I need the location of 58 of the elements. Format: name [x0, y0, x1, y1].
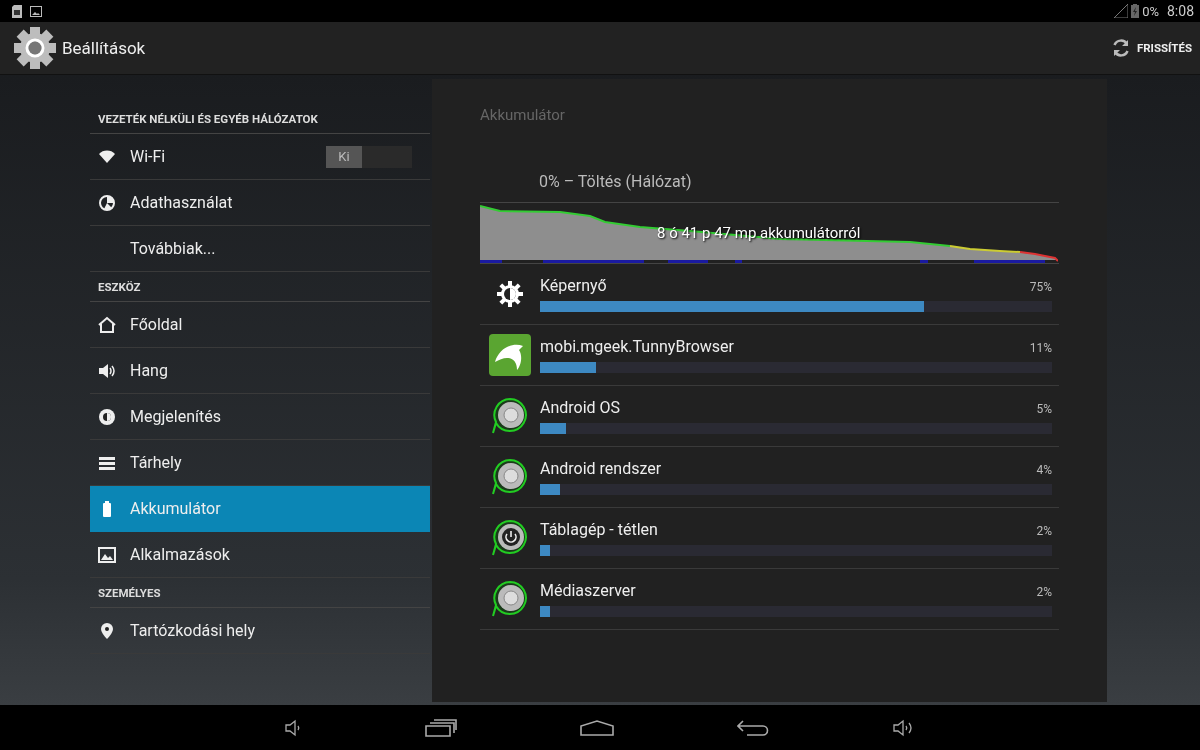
battery-icon: [1131, 4, 1140, 18]
home-icon: [98, 315, 116, 334]
usage-percent: 75%: [1029, 280, 1052, 294]
clock: 8:08: [1167, 3, 1194, 19]
battery-percent: 0%: [1142, 3, 1159, 19]
section-header: VEZETÉK NÉLKÜLI ÉS EGYÉB HÁLÓZATOK: [90, 104, 430, 134]
toggle-switch[interactable]: Ki: [326, 145, 412, 168]
pie-chart-icon: [98, 193, 116, 212]
app-icon: [490, 579, 530, 619]
usage-percent: 11%: [1029, 341, 1052, 355]
usage-percent: 5%: [1036, 402, 1052, 416]
settings-item[interactable]: Wi-Fi Ki: [90, 134, 430, 180]
settings-item[interactable]: Továbbiak...: [90, 226, 430, 272]
signal-icon: [1114, 4, 1129, 18]
usage-row[interactable]: Android rendszer 4%: [480, 447, 1059, 508]
app-name: Képernyő: [540, 276, 607, 295]
charge-status: 0% – Töltés (Hálózat): [539, 172, 693, 192]
app-name: Android rendszer: [540, 459, 662, 478]
settings-item[interactable]: Megjelenítés: [90, 394, 430, 440]
app-name: Táblagép - tétlen: [540, 520, 658, 539]
refresh-icon: [1110, 38, 1131, 58]
settings-item[interactable]: Tartózkodási hely: [90, 608, 430, 654]
usage-row[interactable]: Képernyő 75%: [480, 264, 1059, 325]
app-name: Médiaszerver: [540, 581, 636, 600]
volume-up-icon[interactable]: [892, 718, 914, 737]
location-pin-icon: [98, 621, 116, 640]
brightness-icon: [98, 407, 116, 426]
app-icon: [490, 396, 530, 436]
app-name: mobi.mgeek.TunnyBrowser: [540, 337, 734, 356]
app-title: Beállítások: [62, 38, 146, 58]
picture-icon: [98, 545, 116, 564]
app-icon: [490, 457, 530, 497]
back-icon[interactable]: [737, 719, 769, 736]
settings-item[interactable]: Akkumulátor: [90, 486, 430, 532]
sd-card-icon: [12, 4, 22, 18]
usage-percent: 4%: [1036, 463, 1052, 477]
recent-apps-icon[interactable]: [425, 718, 457, 737]
speaker-icon: [98, 361, 116, 380]
usage-percent: 2%: [1036, 585, 1052, 599]
usage-row[interactable]: Táblagép - tétlen 2%: [480, 508, 1059, 569]
home-icon[interactable]: [580, 719, 614, 736]
refresh-button[interactable]: FRISSÍTÉS: [1108, 34, 1194, 62]
settings-item[interactable]: Alkalmazások: [90, 532, 430, 578]
settings-item[interactable]: Adathasználat: [90, 180, 430, 226]
power-icon: [490, 518, 530, 558]
usage-row[interactable]: Android OS 5%: [480, 386, 1059, 447]
usage-row[interactable]: mobi.mgeek.TunnyBrowser 11%: [480, 325, 1059, 386]
settings-item[interactable]: Hang: [90, 348, 430, 394]
volume-down-icon[interactable]: [284, 718, 302, 737]
usage-percent: 2%: [1036, 524, 1052, 538]
section-header: ESZKÖZ: [90, 272, 430, 302]
settings-item[interactable]: Főoldal: [90, 302, 430, 348]
image-icon: [30, 5, 42, 17]
dolphin-app-icon: [489, 334, 531, 376]
app-name: Android OS: [540, 398, 621, 417]
section-header: SZEMÉLYES: [90, 578, 430, 608]
panel-title: Akkumulátor: [480, 106, 566, 126]
usage-row[interactable]: Médiaszerver 2%: [480, 569, 1059, 630]
